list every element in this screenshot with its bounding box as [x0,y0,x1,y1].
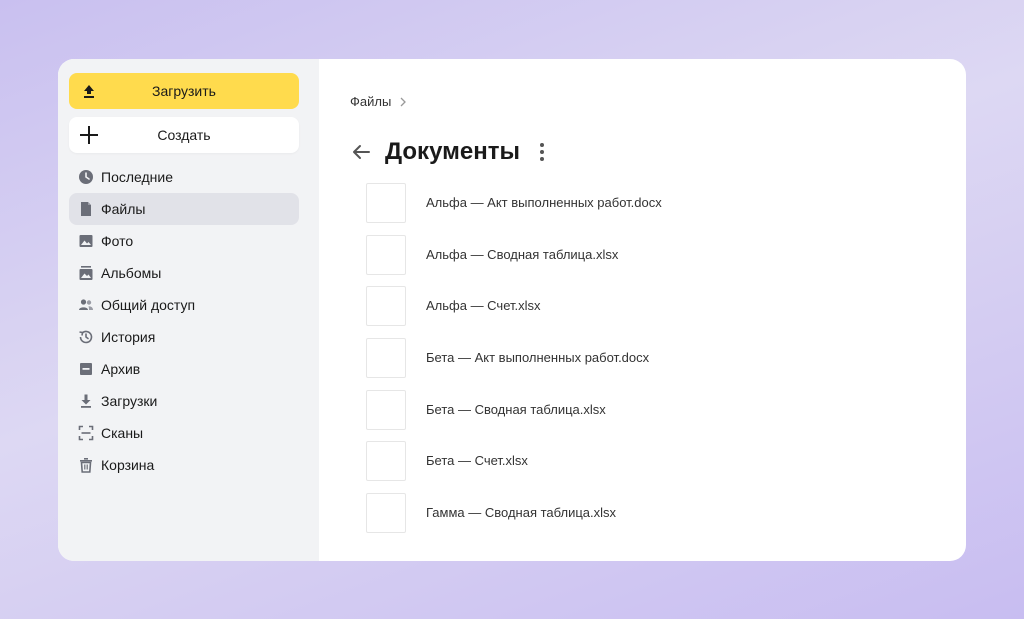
file-row[interactable]: Бета — Акт выполненных работ.docx [366,338,662,390]
file-name: Гамма — Сводная таблица.xlsx [426,505,617,521]
sidebar-item-files[interactable]: Файлы [69,193,299,225]
sidebar-item-history[interactable]: История [69,321,299,353]
app-window: Загрузить Создать Последние Файлы Фото А… [58,59,966,561]
back-arrow-icon[interactable] [350,141,372,163]
sidebar-nav: Последние Файлы Фото Альбомы Общий досту… [69,161,319,481]
file-name: Альфа — Акт выполненных работ.docx [426,195,662,210]
scan-icon [77,424,95,442]
file-name: Бета — Счет.xlsx [426,453,528,469]
upload-button-label: Загрузить [152,83,216,99]
download-icon [77,392,95,410]
sidebar-item-downloads[interactable]: Загрузки [69,385,299,417]
file-name: Альфа — Сводная таблица.xlsx [426,246,619,262]
plus-icon [79,125,99,145]
file-thumbnail [366,389,406,430]
sidebar-item-label: Сканы [101,425,144,441]
sidebar-item-label: Последние [101,169,174,185]
page-header: Документы [350,137,552,167]
upload-icon [79,81,99,101]
sidebar: Загрузить Создать Последние Файлы Фото А… [58,59,319,561]
sidebar-item-shared[interactable]: Общий доступ [69,289,299,321]
sidebar-item-label: Общий доступ [101,297,196,313]
sidebar-item-label: История [101,329,156,345]
sidebar-item-label: Файлы [101,201,146,217]
file-row[interactable]: Альфа — Сводная таблица.xlsx [366,234,662,287]
sidebar-item-archive[interactable]: Архив [69,353,299,385]
file-name: Альфа — Счет.xlsx [426,298,541,314]
sidebar-item-albums[interactable]: Альбомы [69,257,299,289]
file-row[interactable]: Альфа — Акт выполненных работ.docx [366,183,662,235]
file-row[interactable]: Бета — Сводная таблица.xlsx [366,389,662,442]
file-thumbnail [366,338,406,379]
trash-icon [77,456,95,474]
sidebar-item-label: Архив [101,361,141,377]
file-name: Бета — Акт выполненных работ.docx [426,350,650,366]
album-icon [77,264,95,282]
breadcrumb-files[interactable]: Файлы [350,94,391,109]
file-icon [77,200,95,218]
file-thumbnail [366,493,406,534]
history-icon [77,328,95,346]
file-name: Бета — Сводная таблица.xlsx [426,401,606,417]
file-row[interactable]: Бета — Счет.xlsx [366,441,662,493]
archive-icon [77,360,95,378]
file-thumbnail [366,183,406,223]
breadcrumb: Файлы [350,94,407,109]
page-title: Документы [385,138,520,165]
sidebar-item-label: Корзина [101,457,155,473]
image-icon [77,232,95,250]
chevron-right-icon [399,97,407,107]
sidebar-item-scans[interactable]: Сканы [69,417,299,449]
sidebar-item-label: Фото [101,233,134,249]
file-thumbnail [366,286,406,327]
main-content: Файлы Документы Альфа — Акт выполненных … [319,59,966,561]
create-button[interactable]: Создать [69,117,299,153]
file-row[interactable]: Альфа — Счет.xlsx [366,286,662,338]
file-thumbnail [366,441,406,482]
sidebar-item-photo[interactable]: Фото [69,225,299,257]
sidebar-item-label: Альбомы [101,265,162,281]
more-vertical-icon[interactable] [532,140,552,164]
shared-users-icon [77,296,95,314]
sidebar-item-recent[interactable]: Последние [69,161,299,193]
clock-icon [77,168,95,186]
upload-button[interactable]: Загрузить [69,73,299,109]
sidebar-item-label: Загрузки [101,393,158,409]
sidebar-item-trash[interactable]: Корзина [69,449,299,481]
file-list: Альфа — Акт выполненных работ.docx Альфа… [366,183,662,545]
create-button-label: Создать [157,127,211,143]
file-row[interactable]: Гамма — Сводная таблица.xlsx [366,493,662,545]
file-thumbnail [366,234,406,275]
